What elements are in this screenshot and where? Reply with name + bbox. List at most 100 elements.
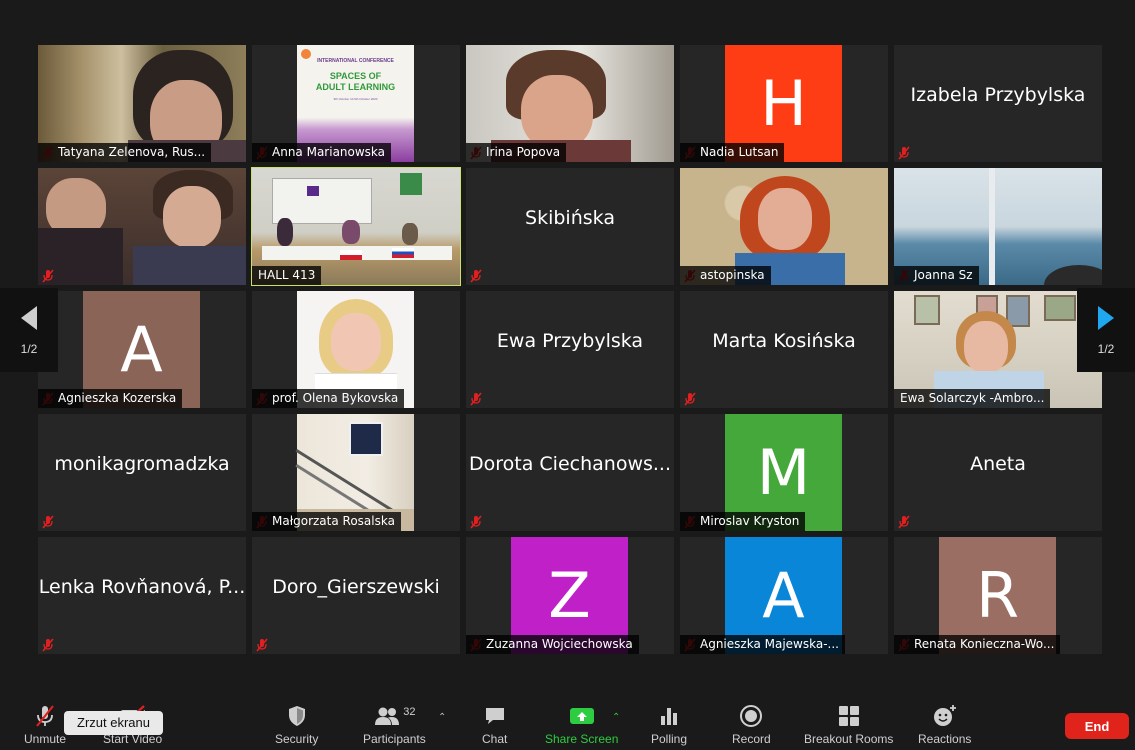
participant-name: Irina Popova [466, 143, 567, 162]
muted-mic-icon [41, 269, 55, 283]
participant-name-center: Aneta [970, 452, 1026, 475]
participant-name: Małgorzata Rosalska [252, 512, 401, 531]
reactions-button[interactable]: Reactions [918, 704, 971, 746]
reactions-label: Reactions [918, 732, 972, 746]
breakout-rooms-icon [837, 704, 861, 728]
video-tile[interactable]: INTERNATIONAL CONFERENCE SPACES OF ADULT… [252, 45, 460, 162]
video-tile[interactable]: Joanna Sz [894, 168, 1102, 285]
end-meeting-button[interactable]: End [1065, 713, 1129, 739]
muted-mic-icon [469, 269, 483, 283]
arrow-left-icon [20, 305, 38, 336]
breakout-rooms-label: Breakout Rooms [804, 732, 894, 746]
video-tile[interactable]: Marta Kosińska [680, 291, 888, 408]
next-page-button[interactable]: 1/2 [1077, 288, 1135, 372]
participant-name: Miroslav Kryston [680, 512, 806, 531]
participant-name: Ewa Solarczyk -Ambro... [894, 389, 1051, 408]
participant-video [38, 168, 246, 285]
previous-page-button[interactable]: 1/2 [0, 288, 58, 372]
participants-label: Participants [363, 732, 426, 746]
record-button[interactable]: Record [732, 704, 771, 746]
video-tile[interactable]: R Renata Konieczna-Wo... [894, 537, 1102, 654]
page-indicator: 1/2 [20, 341, 38, 356]
polling-button[interactable]: Polling [651, 704, 687, 746]
share-screen-chevron-up-icon[interactable]: ⌃ [612, 712, 620, 723]
video-tile[interactable]: Tatyana Zelenova, Rus... [38, 45, 246, 162]
participant-name: Tatyana Zelenova, Rus... [38, 143, 212, 162]
record-icon [739, 704, 763, 728]
video-tile[interactable]: Irina Popova [466, 45, 674, 162]
participant-name: Joanna Sz [894, 266, 979, 285]
muted-mic-icon [897, 515, 911, 529]
video-tile[interactable]: Doro_Gierszewski [252, 537, 460, 654]
participant-name: Anna Marianowska [252, 143, 392, 162]
shield-icon [285, 704, 309, 728]
participant-name-center: Marta Kosińska [712, 329, 856, 352]
video-tile[interactable]: A Agnieszka Majewska-... [680, 537, 888, 654]
unmute-button[interactable]: Unmute [24, 704, 66, 746]
video-tile[interactable]: Ewa Solarczyk -Ambro... [894, 291, 1102, 408]
share-screen-icon [569, 704, 595, 728]
muted-mic-icon [41, 638, 55, 652]
poster-line: 9th October 10 9th October 2020 [333, 97, 378, 101]
participant-name: Agnieszka Majewska-... [680, 635, 845, 654]
polling-label: Polling [651, 732, 688, 746]
video-tile[interactable]: M Miroslav Kryston [680, 414, 888, 531]
participants-icon-group: 32 [373, 704, 415, 728]
chat-label: Chat [482, 732, 508, 746]
participant-name-center: Ewa Przybylska [496, 329, 644, 352]
poster-line: SPACES OF [329, 71, 382, 81]
video-tile-active-speaker[interactable]: HALL 413 [251, 167, 461, 286]
chat-button[interactable]: Chat [482, 704, 507, 746]
security-button[interactable]: Security [275, 704, 318, 746]
video-tile[interactable]: Izabela Przybylska [894, 45, 1102, 162]
muted-mic-icon [469, 392, 483, 406]
muted-mic-icon [683, 392, 697, 406]
participant-name: prof. Olena Bykovska [252, 389, 405, 408]
participant-name: Agnieszka Kozerska [38, 389, 183, 408]
muted-mic-icon [897, 146, 911, 160]
participant-name: HALL 413 [252, 266, 322, 285]
participant-name: astopinska [680, 266, 771, 285]
muted-mic-icon [255, 638, 269, 652]
participant-name: Nadia Lutsan [680, 143, 785, 162]
bar-chart-icon [657, 704, 681, 728]
video-tile[interactable]: Aneta [894, 414, 1102, 531]
video-tile[interactable]: Dorota Ciechanows... [466, 414, 674, 531]
unmute-label: Unmute [24, 732, 67, 746]
page-indicator: 1/2 [1097, 341, 1115, 356]
arrow-right-icon [1097, 305, 1115, 336]
chat-bubble-icon [483, 704, 507, 728]
participant-name-center: Doro_Gierszewski [272, 575, 440, 598]
participants-chevron-up-icon[interactable]: ⌃ [438, 712, 446, 723]
muted-mic-icon [41, 515, 55, 529]
security-label: Security [275, 732, 319, 746]
video-tile[interactable]: Małgorzata Rosalska [252, 414, 460, 531]
muted-mic-icon [33, 704, 57, 728]
video-tile[interactable]: astopinska [680, 168, 888, 285]
participants-button[interactable]: 32 Participants [363, 704, 426, 746]
participant-name-center: monikagromadzka [54, 452, 230, 475]
video-tile[interactable]: Ewa Przybylska [466, 291, 674, 408]
participants-count: 32 [403, 706, 416, 718]
muted-mic-icon [469, 515, 483, 529]
video-tile[interactable]: Lenka Rovňanová, P... [38, 537, 246, 654]
video-tile[interactable]: monikagromadzka [38, 414, 246, 531]
participant-name-center: Lenka Rovňanová, P... [38, 575, 246, 598]
video-tile[interactable] [38, 168, 246, 285]
video-tile[interactable]: Skibińska [466, 168, 674, 285]
video-tile[interactable]: Z Zuzanna Wojciechowska [466, 537, 674, 654]
participant-name-center: Dorota Ciechanows... [469, 452, 671, 475]
video-tile[interactable]: prof. Olena Bykovska [252, 291, 460, 408]
screenshot-tooltip: Zrzut ekranu [64, 711, 163, 735]
participant-name-center: Izabela Przybylska [910, 83, 1086, 106]
video-tile[interactable]: H Nadia Lutsan [680, 45, 888, 162]
participant-name-center: Skibińska [525, 206, 615, 229]
smiley-plus-icon [932, 704, 958, 728]
video-grid: Tatyana Zelenova, Rus... INTERNATIONAL C… [38, 45, 1102, 654]
breakout-rooms-button[interactable]: Breakout Rooms [804, 704, 893, 746]
poster-line: ADULT LEARNING [315, 82, 396, 92]
share-screen-button[interactable]: Share Screen [545, 704, 618, 746]
meeting-toolbar: Unmute Start Video Security 32 Participa… [0, 700, 1135, 750]
video-tile[interactable]: A Agnieszka Kozerska [38, 291, 246, 408]
participants-icon [373, 704, 401, 728]
